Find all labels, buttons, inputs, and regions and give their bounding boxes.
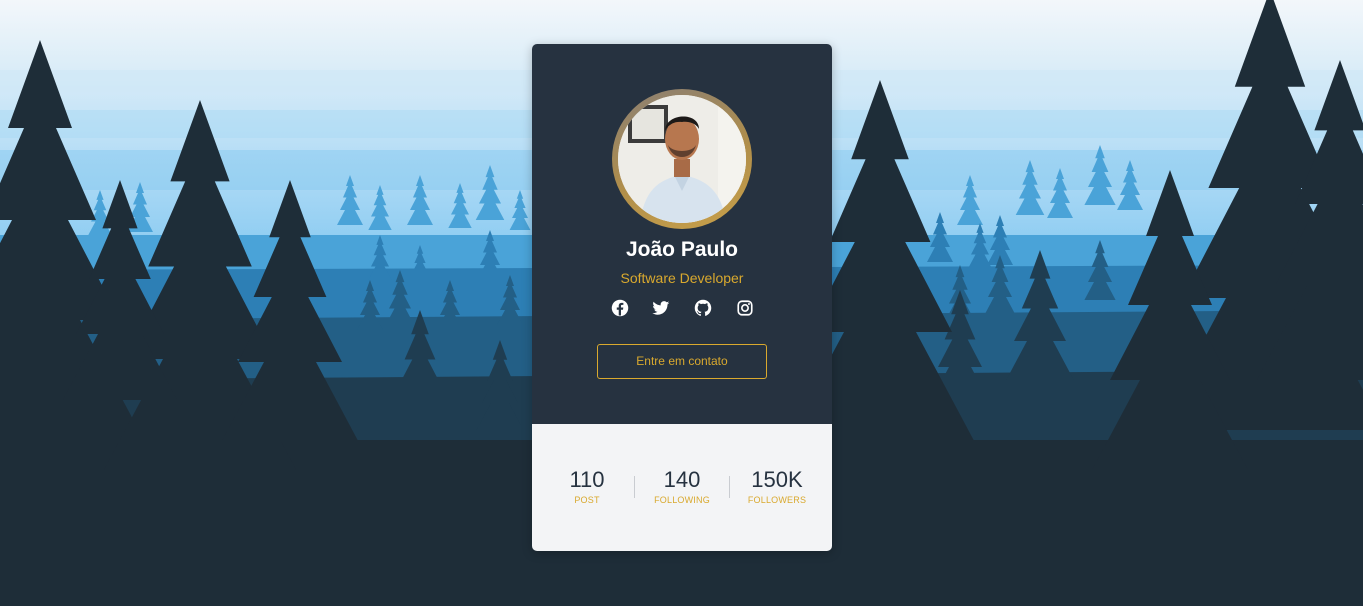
stat-value: 110 bbox=[569, 467, 605, 492]
profile-card-header: João Paulo Software Developer Entre em c… bbox=[532, 44, 832, 424]
stat-label: FOLLOWERS bbox=[747, 495, 807, 505]
instagram-icon bbox=[737, 300, 753, 316]
stat-divider bbox=[729, 476, 730, 498]
stat-divider bbox=[634, 476, 635, 498]
facebook-link[interactable] bbox=[611, 299, 629, 317]
profile-name: João Paulo bbox=[625, 238, 739, 261]
social-links bbox=[532, 299, 832, 319]
twitter-link[interactable] bbox=[652, 299, 670, 317]
instagram-link[interactable] bbox=[736, 299, 754, 317]
stat-label: POST bbox=[574, 495, 600, 505]
twitter-icon bbox=[652, 301, 670, 315]
stat-value: 150K bbox=[751, 467, 803, 492]
stat-label: FOLLOWING bbox=[654, 495, 710, 505]
stat-following: 140 FOLLOWING bbox=[637, 467, 727, 507]
contact-button[interactable]: Entre em contato bbox=[597, 344, 767, 379]
avatar bbox=[618, 95, 746, 223]
stat-followers: 150K FOLLOWERS bbox=[732, 467, 822, 507]
profile-role: Software Developer bbox=[620, 270, 744, 286]
profile-card: João Paulo Software Developer Entre em c… bbox=[532, 44, 832, 551]
stat-value: 140 bbox=[663, 467, 701, 492]
stat-posts: 110 POST bbox=[542, 467, 632, 507]
github-link[interactable] bbox=[694, 299, 712, 317]
profile-stats: 110 POST 140 FOLLOWING 150K FOLLOWERS bbox=[532, 424, 832, 551]
facebook-icon bbox=[611, 299, 629, 317]
github-icon bbox=[694, 299, 712, 316]
avatar-ring bbox=[612, 89, 752, 229]
